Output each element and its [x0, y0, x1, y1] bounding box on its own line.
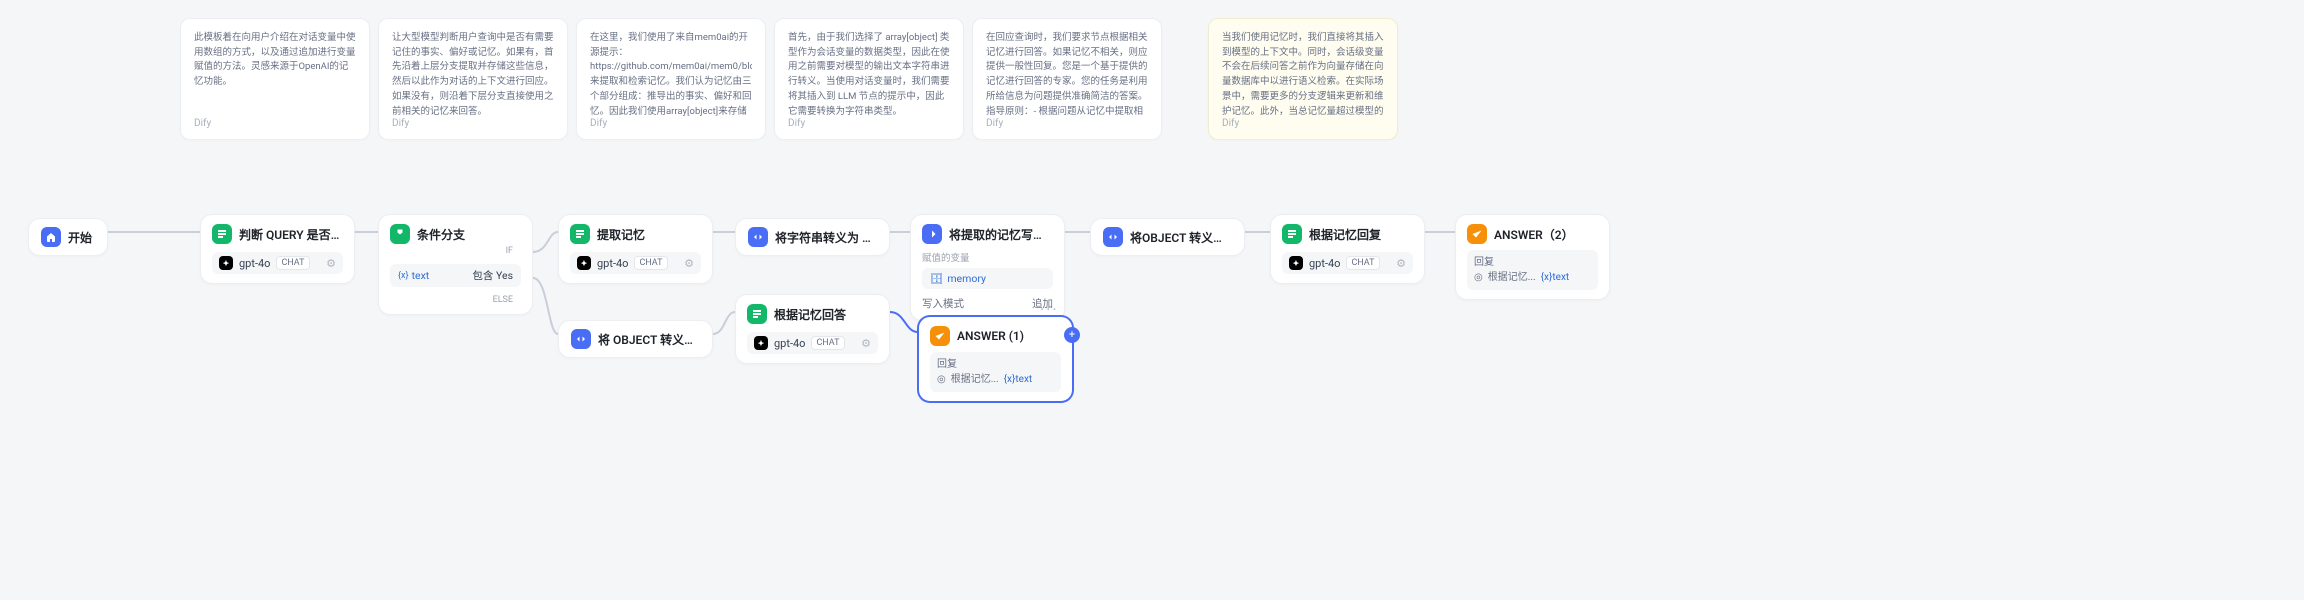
desc-footer: Dify — [392, 116, 554, 132]
reply-binding: 根据记忆... — [1488, 270, 1536, 285]
llm-model-row[interactable]: ✦ gpt-4o CHAT ⚙ — [570, 252, 701, 274]
reply-var: text — [1552, 272, 1569, 283]
node-answer-2[interactable]: ANSWER（2） 回复 ◎ 根据记忆... {x}text — [1455, 214, 1610, 300]
desc-footer: Dify — [1222, 116, 1384, 132]
more-dots-icon[interactable]: ··· — [1040, 300, 1059, 319]
reply-var: text — [1015, 374, 1032, 385]
var-name: memory — [947, 272, 986, 285]
desc-footer: Dify — [788, 116, 950, 132]
llm-model-name: gpt-4o — [239, 257, 270, 270]
desc-card-1: 此模板着在向用户介绍在对话变量中使用数组的方式，以及通过追加进行变量赋值的方法。… — [180, 18, 370, 140]
llm-model-row[interactable]: ✦ gpt-4o CHAT ⚙ — [212, 252, 343, 274]
database-icon: 🗄 — [930, 272, 943, 285]
node-title: 将字符串转义为 OBJECT — [775, 229, 877, 246]
openai-icon: ✦ — [754, 336, 768, 350]
desc-card-3: 在这里，我们使用了来自mem0ai的开源提示：https://github.co… — [576, 18, 766, 140]
llm-model-name: gpt-4o — [774, 337, 805, 350]
llm-icon — [212, 224, 232, 244]
chip-icon: ◎ — [1474, 270, 1483, 285]
code-icon — [748, 227, 768, 247]
var-chip[interactable]: 🗄 memory — [922, 268, 1053, 289]
answer-icon — [1467, 224, 1487, 244]
else-label: ELSE — [390, 293, 521, 305]
node-title: 提取记忆 — [597, 226, 645, 243]
desc-footer: Dify — [986, 116, 1148, 132]
gear-icon[interactable]: ⚙ — [684, 257, 694, 270]
node-object-to-str-top[interactable]: 将OBJECT 转义为字符串 — [1090, 218, 1245, 256]
node-answer-by-memory-top[interactable]: 根据记忆回复 ✦ gpt-4o CHAT ⚙ — [1270, 214, 1425, 284]
gear-icon[interactable]: ⚙ — [861, 337, 871, 350]
reply-label: 回复 — [1474, 255, 1591, 270]
llm-model-name: gpt-4o — [597, 257, 628, 270]
llm-mode-badge: CHAT — [1346, 256, 1379, 270]
node-title: 将提取的记忆写入会话变量 — [949, 226, 1053, 243]
llm-mode-badge: CHAT — [276, 256, 309, 270]
llm-model-row[interactable]: ✦ gpt-4o CHAT ⚙ — [1282, 252, 1413, 274]
desc-card-4: 首先，由于我们选择了 array[object] 类型作为会话变量的数据类型，因… — [774, 18, 964, 140]
if-label: IF — [390, 244, 521, 256]
llm-model-name: gpt-4o — [1309, 257, 1340, 270]
reply-label: 回复 — [937, 357, 1054, 372]
condition-op: 包含 — [472, 269, 493, 282]
node-title: 根据记忆回复 — [1309, 226, 1381, 243]
desc-card-2: 让大型模型判断用户查询中是否有需要记住的事实、偏好或记忆。如果有，首先沿着上层分… — [378, 18, 568, 140]
condition-var: text — [412, 269, 430, 282]
condition-val: Yes — [496, 269, 513, 282]
gear-icon[interactable]: ⚙ — [1396, 257, 1406, 270]
reply-binding: 根据记忆... — [951, 372, 999, 387]
add-node-button[interactable]: + — [1064, 327, 1080, 343]
node-title: 开始 — [68, 229, 92, 246]
node-title: 条件分支 — [417, 226, 465, 243]
llm-icon — [747, 304, 767, 324]
openai-icon: ✦ — [1289, 256, 1303, 270]
write-mode-label: 写入模式 — [922, 296, 964, 311]
node-title: 将OBJECT 转义为字符串 — [1130, 229, 1232, 246]
llm-icon — [1282, 224, 1302, 244]
node-answer-1[interactable]: ANSWER (1) 回复 ◎ 根据记忆... {x}text + — [918, 316, 1073, 402]
node-start[interactable]: 开始 — [28, 218, 108, 256]
node-title: ANSWER（2） — [1494, 226, 1574, 243]
variable-icon: {x} — [398, 271, 409, 281]
chip-icon: ◎ — [937, 372, 946, 387]
desc-card-5: 在回应查询时，我们要求节点根据相关记忆进行回答。如果记忆不相关，则应提供一般性回… — [972, 18, 1162, 140]
llm-icon — [570, 224, 590, 244]
home-icon — [41, 227, 61, 247]
openai-icon: ✦ — [577, 256, 591, 270]
branch-condition-row[interactable]: {x} text 包含 Yes — [390, 264, 521, 287]
gear-icon[interactable]: ⚙ — [326, 257, 336, 270]
node-if-else[interactable]: 条件分支 IF {x} text 包含 Yes ELSE — [378, 214, 533, 315]
node-title: 判断 QUERY 是否存在需要... — [239, 226, 343, 243]
node-answer-by-memory-bottom[interactable]: 根据记忆回答 ✦ gpt-4o CHAT ⚙ — [735, 294, 890, 364]
llm-model-row[interactable]: ✦ gpt-4o CHAT ⚙ — [747, 332, 878, 354]
code-icon — [571, 329, 591, 349]
node-object-to-str-bottom[interactable]: 将 OBJECT 转义为字符串 — [558, 320, 713, 358]
node-title: 将 OBJECT 转义为字符串 — [598, 331, 700, 348]
branch-icon — [390, 224, 410, 244]
node-extract-memory[interactable]: 提取记忆 ✦ gpt-4o CHAT ⚙ — [558, 214, 713, 284]
node-str-to-object[interactable]: 将字符串转义为 OBJECT — [735, 218, 890, 256]
assign-icon — [922, 224, 942, 244]
openai-icon: ✦ — [219, 256, 233, 270]
answer-icon — [930, 326, 950, 346]
desc-card-6: 当我们使用记忆时，我们直接将其插入到模型的上下文中。同时，会话级变量不会在后续问… — [1208, 18, 1398, 140]
desc-footer: Dify — [590, 116, 752, 132]
llm-mode-badge: CHAT — [634, 256, 667, 270]
code-icon — [1103, 227, 1123, 247]
node-title: ANSWER (1) — [957, 329, 1024, 343]
var-section-label: 赋值的变量 — [922, 250, 1053, 264]
node-judge-query[interactable]: 判断 QUERY 是否存在需要... ✦ gpt-4o CHAT ⚙ — [200, 214, 355, 284]
desc-footer: Dify — [194, 116, 356, 132]
node-title: 根据记忆回答 — [774, 306, 846, 323]
llm-mode-badge: CHAT — [811, 336, 844, 350]
